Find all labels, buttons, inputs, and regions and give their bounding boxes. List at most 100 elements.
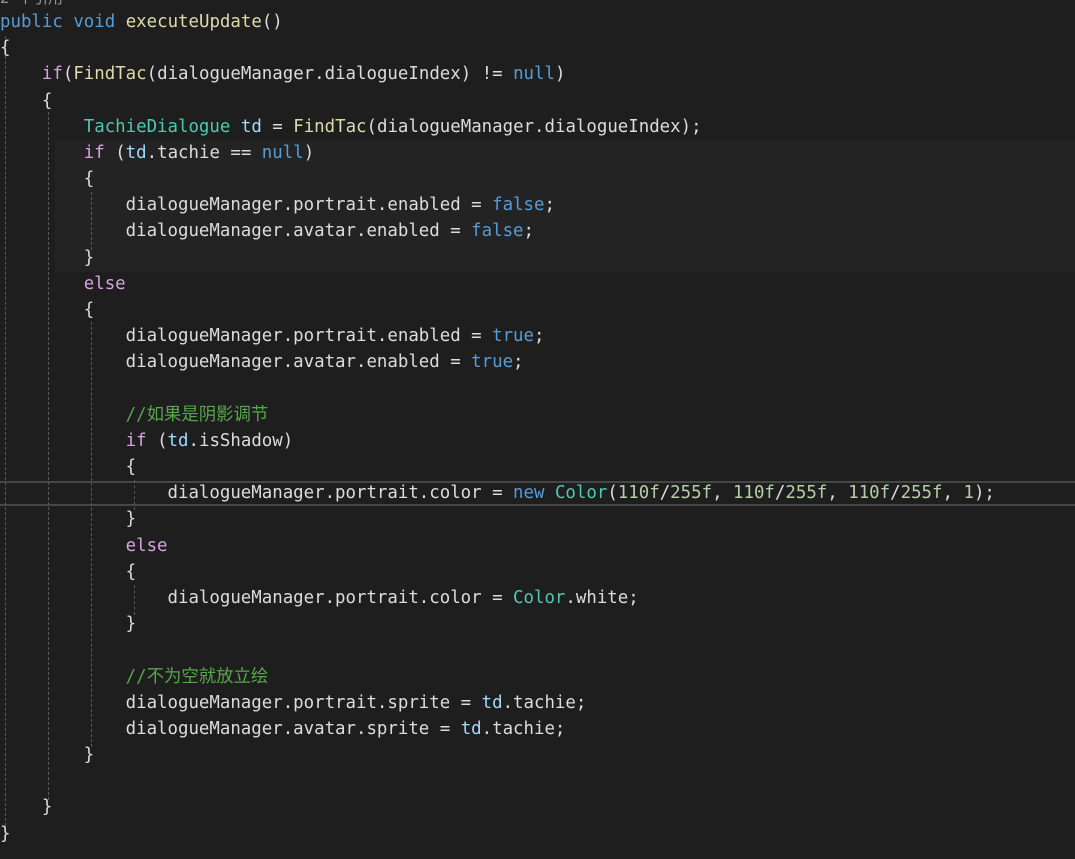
code-line[interactable] [0, 768, 1075, 794]
code-token: null [261, 142, 304, 163]
code-token: { [0, 38, 11, 59]
codelens-references[interactable]: 2 个引用 [0, 0, 63, 8]
code-token: dialogueManager.avatar.sprite = [0, 718, 461, 739]
code-token: //不为空就放立绘 [125, 666, 269, 687]
code-token: { [0, 457, 137, 478]
code-line[interactable]: { [0, 166, 1075, 192]
code-token: 110f [617, 483, 660, 504]
code-token: true [492, 326, 534, 347]
code-token: public [0, 12, 63, 32]
code-line[interactable]: } [0, 794, 1075, 820]
code-line[interactable]: else [0, 533, 1075, 559]
code-token: / [890, 483, 901, 504]
code-line[interactable]: dialogueManager.portrait.color = new Col… [0, 480, 1075, 506]
code-line[interactable]: dialogueManager.portrait.enabled = false… [0, 192, 1075, 218]
code-token: ( [607, 483, 618, 504]
code-line[interactable]: dialogueManager.portrait.enabled = true; [0, 323, 1075, 349]
code-token: { [0, 169, 95, 190]
code-token: { [0, 90, 53, 111]
code-line[interactable]: dialogueManager.avatar.enabled = false; [0, 218, 1075, 244]
code-token: TachieDialogue [83, 116, 231, 137]
code-token: 255f [785, 483, 828, 504]
code-token: , [827, 483, 849, 504]
code-token: .tachie == [146, 142, 262, 163]
code-line[interactable]: //不为空就放立绘 [0, 664, 1075, 690]
code-token: (dialogueManager.dialogueIndex); [366, 116, 702, 137]
code-line[interactable] [0, 376, 1075, 402]
code-editor[interactable]: 2 个引用 public void executeUpdate(){ if(Fi… [0, 0, 1075, 859]
code-token: dialogueManager.avatar.enabled = [0, 352, 472, 373]
code-token: false [471, 221, 524, 242]
code-line[interactable]: { [0, 35, 1075, 61]
code-line[interactable]: dialogueManager.avatar.sprite = td.tachi… [0, 716, 1075, 742]
code-token: ( [104, 142, 126, 163]
code-line[interactable]: { [0, 88, 1075, 114]
code-line[interactable]: public void executeUpdate() [0, 9, 1075, 35]
code-token: ( [146, 430, 168, 451]
code-line[interactable]: } [0, 506, 1075, 532]
code-token: ; [523, 221, 534, 242]
code-line[interactable]: else [0, 271, 1075, 297]
code-line[interactable]: { [0, 297, 1075, 323]
code-token: Color [554, 483, 608, 504]
code-token: () [261, 12, 283, 32]
code-line[interactable]: } [0, 821, 1075, 847]
code-line[interactable]: if(FindTac(dialogueManager.dialogueIndex… [0, 61, 1075, 87]
code-token: 255f [900, 483, 943, 504]
code-token: .white; [565, 587, 639, 608]
code-token: if [41, 64, 63, 85]
code-token: } [0, 745, 95, 766]
code-token: td [240, 116, 262, 137]
code-token: Color [513, 587, 566, 608]
code-token: dialogueManager.portrait.enabled = [0, 195, 493, 216]
code-line[interactable]: } [0, 742, 1075, 768]
code-line[interactable] [0, 637, 1075, 663]
code-token: ); [973, 483, 995, 504]
code-token: , [712, 483, 734, 504]
code-token: } [0, 823, 11, 844]
code-line[interactable]: } [0, 245, 1075, 271]
code-token: ; [544, 195, 555, 216]
code-token: td [125, 142, 147, 163]
code-line[interactable]: } [0, 611, 1075, 637]
code-token: } [0, 797, 53, 818]
code-line[interactable]: dialogueManager.avatar.enabled = true; [0, 349, 1075, 375]
code-token: void [73, 12, 116, 32]
code-line[interactable]: if (td.tachie == null) [0, 140, 1075, 166]
code-line[interactable]: TachieDialogue td = FindTac(dialogueMana… [0, 114, 1075, 140]
code-line[interactable]: if (td.isShadow) [0, 428, 1075, 454]
code-token: dialogueManager.portrait.color = [0, 587, 514, 608]
code-token: 110f [733, 483, 775, 504]
code-token: if [83, 142, 105, 163]
code-line[interactable]: dialogueManager.portrait.color = Color.w… [0, 585, 1075, 611]
code-line[interactable]: { [0, 454, 1075, 480]
code-token: dialogueManager.portrait.enabled = [0, 326, 493, 347]
code-line[interactable]: { [0, 559, 1075, 585]
code-token: (dialogueManager.dialogueIndex) != [146, 64, 514, 85]
code-token: else [83, 273, 126, 294]
code-token: dialogueManager.avatar.enabled = [0, 221, 472, 242]
code-token: / [774, 483, 786, 504]
code-token: executeUpdate [125, 12, 262, 32]
code-token: false [492, 195, 545, 216]
code-token: 1 [963, 483, 974, 504]
code-token: FindTac [73, 64, 147, 85]
code-token: dialogueManager.portrait.sprite = [0, 692, 482, 713]
code-token: else [125, 535, 168, 556]
code-line[interactable]: dialogueManager.portrait.sprite = td.tac… [0, 690, 1075, 716]
code-token: ; [513, 352, 524, 373]
code-token: td [481, 692, 503, 713]
code-token: } [0, 509, 137, 530]
code-token: dialogueManager.portrait.color = [0, 483, 514, 504]
code-token: { [0, 561, 137, 582]
code-line[interactable]: //如果是阴影调节 [0, 402, 1075, 428]
